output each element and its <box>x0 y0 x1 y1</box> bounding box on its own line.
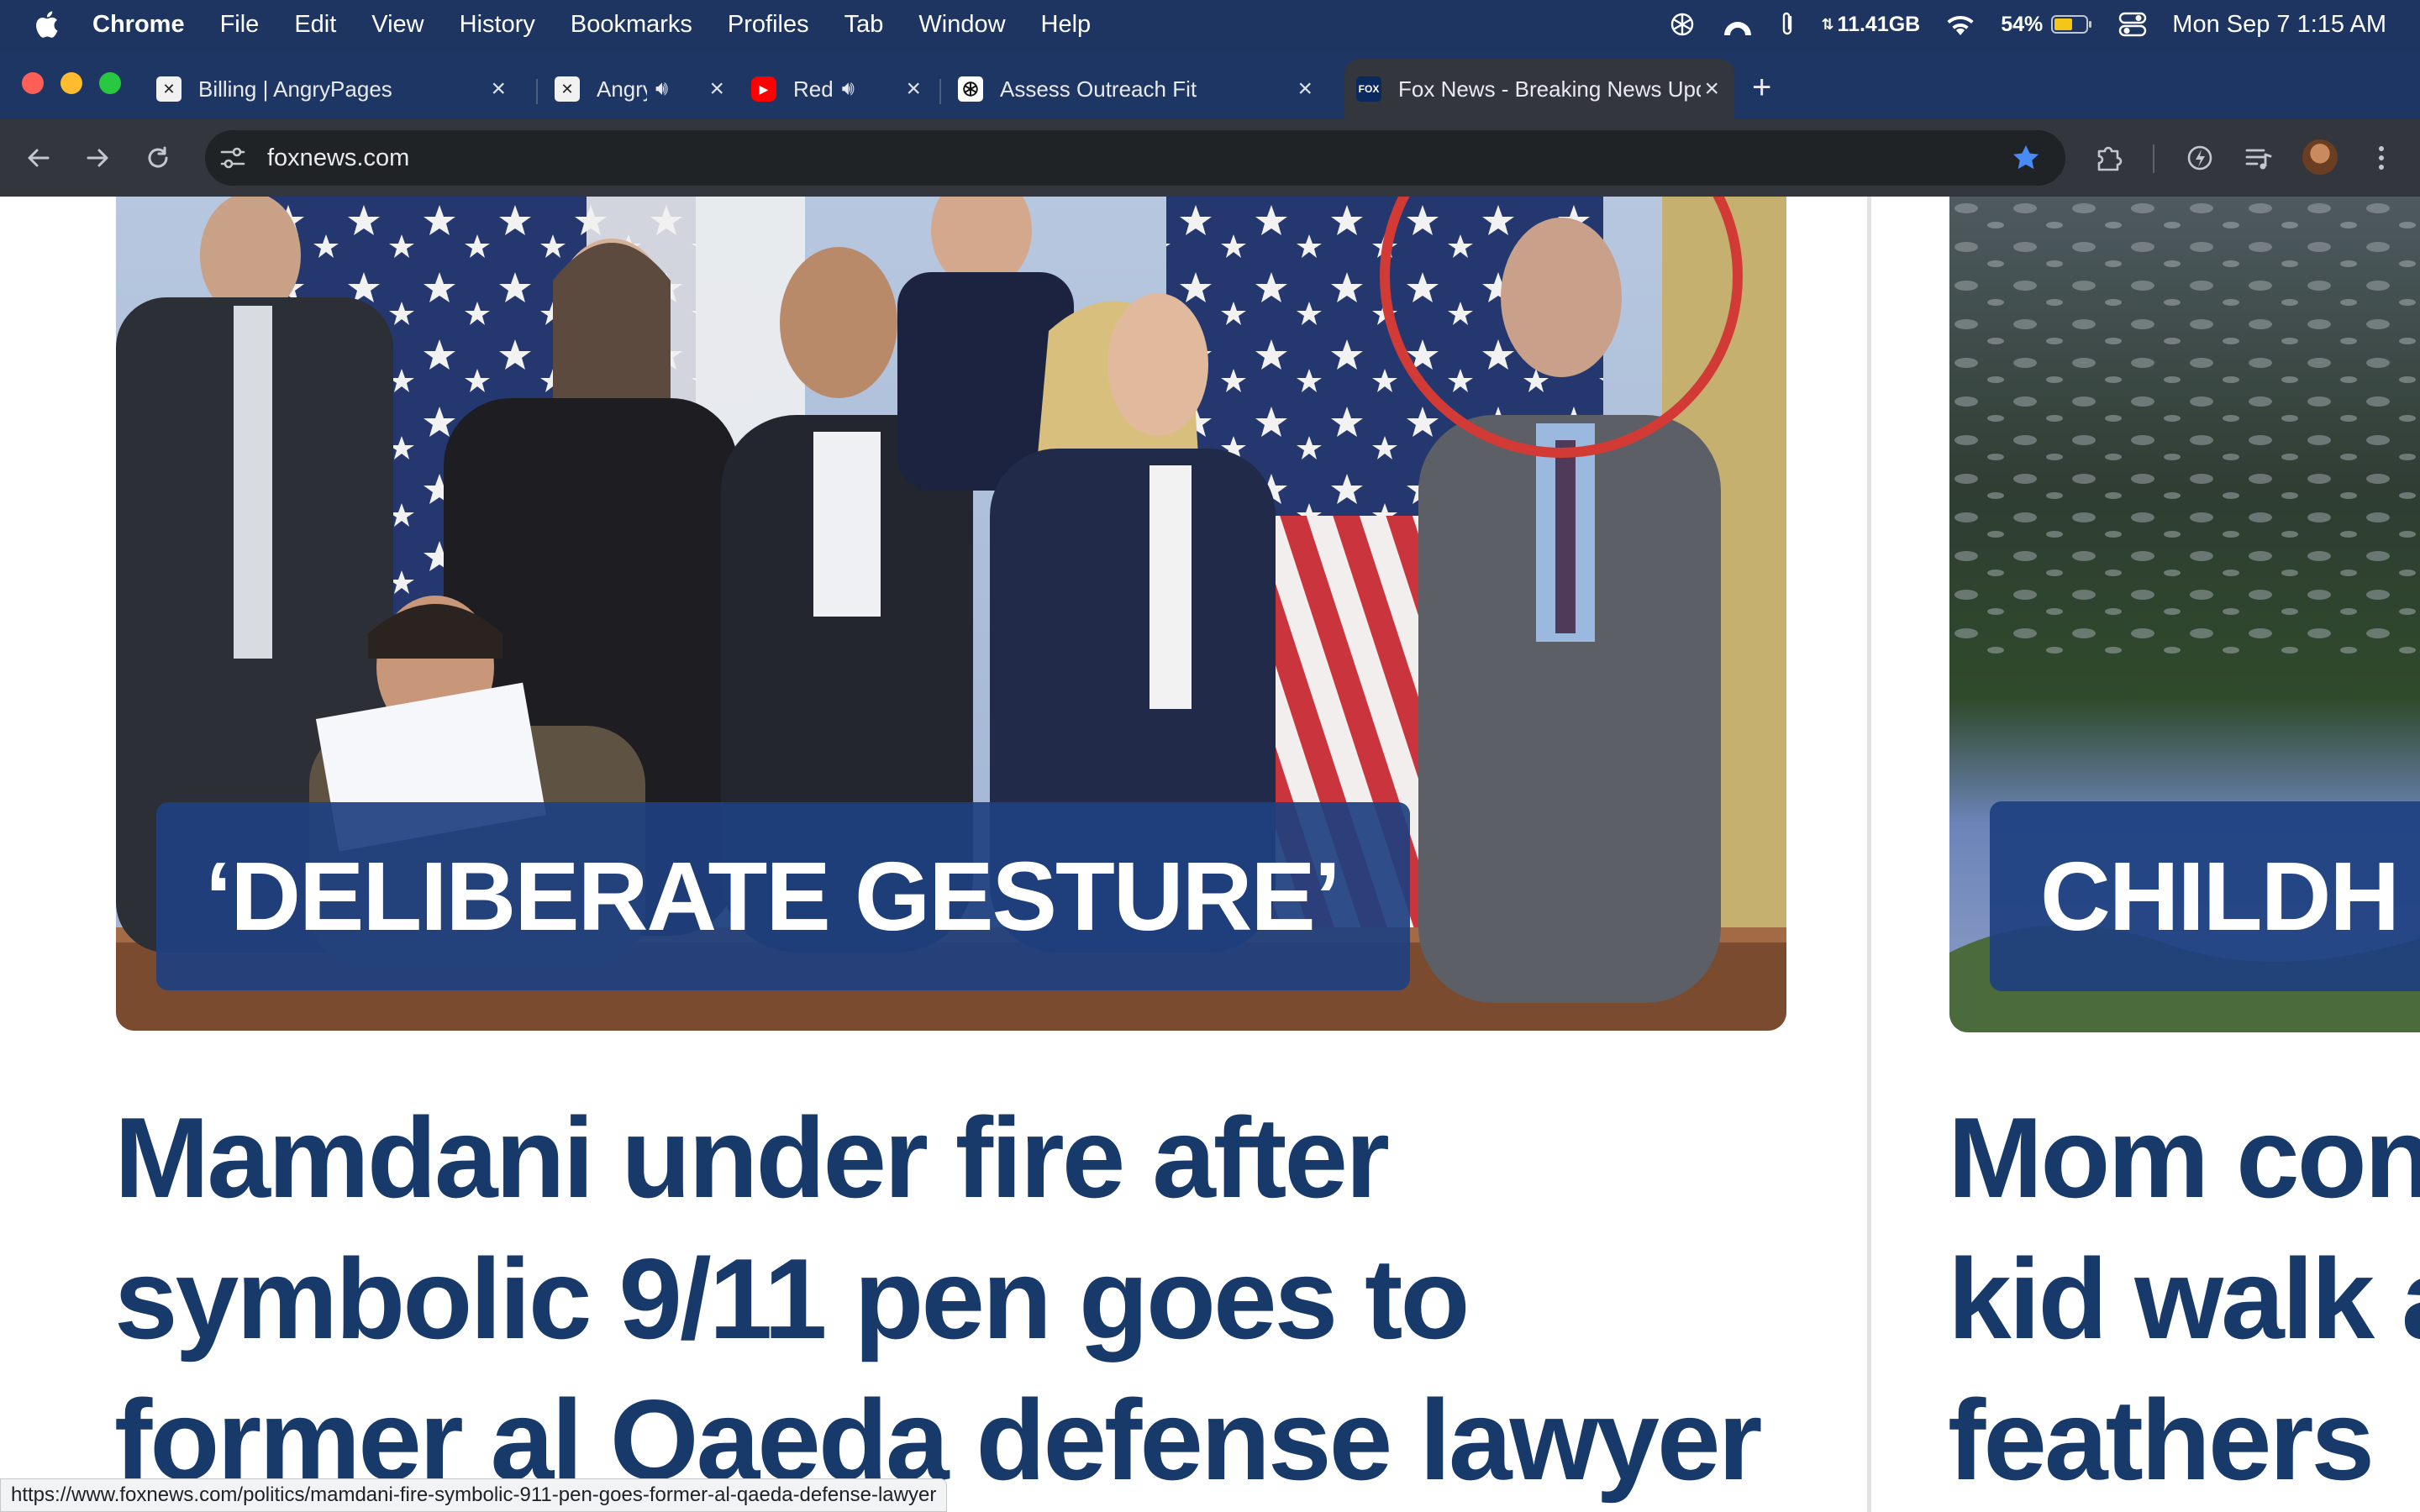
close-tab-icon[interactable]: × <box>1297 75 1313 103</box>
performance-speed-icon[interactable] <box>2180 138 2220 178</box>
tab-separator <box>536 79 538 104</box>
headline-line: feathers <box>1948 1376 2375 1504</box>
menu-window[interactable]: Window <box>901 0 1023 49</box>
tab-fox-news[interactable]: FOX Fox News - Breaking News Updates × <box>1344 59 1734 119</box>
menu-history[interactable]: History <box>442 0 553 49</box>
paperclip-icon[interactable] <box>1779 10 1796 39</box>
close-tab-icon[interactable]: × <box>906 75 921 103</box>
menu-help[interactable]: Help <box>1023 0 1109 49</box>
reload-icon <box>148 146 168 168</box>
clock[interactable]: Mon Sep 7 1:15 AM <box>2172 11 2386 39</box>
menu-tab[interactable]: Tab <box>827 0 902 49</box>
memory-arrows-icon: ⇅ <box>1821 15 1834 33</box>
wifi-icon[interactable] <box>1945 13 1975 36</box>
browser-toolbar: foxnews.com <box>0 119 2420 197</box>
menu-profiles[interactable]: Profiles <box>710 0 827 49</box>
story-lead-image[interactable]: ‘DELIBERATE GESTURE’ <box>116 197 1786 1031</box>
memory-readout[interactable]: ⇅ 11.41GB <box>1821 13 1920 37</box>
angrypages-icon: ✕ <box>555 76 580 102</box>
bookmark-star-icon[interactable] <box>2010 142 2042 174</box>
story-secondary-kicker: CHILDH <box>1990 801 2420 991</box>
close-tab-icon[interactable]: × <box>709 75 724 103</box>
headline-line: symbolic 9/11 pen goes to <box>114 1235 1470 1362</box>
back-button[interactable] <box>18 138 59 178</box>
tab-title: Red <box>793 76 834 102</box>
address-bar[interactable]: foxnews.com <box>205 130 2065 186</box>
tab-title: Angry <box>597 76 647 102</box>
profile-avatar[interactable] <box>2302 139 2338 175</box>
menu-app-name[interactable]: Chrome <box>92 0 203 49</box>
tab-red-youtube[interactable]: ▶ Red 🔊︎ × <box>751 59 936 119</box>
headline-line: Mom con <box>1948 1094 2420 1221</box>
tab-separator <box>939 79 941 104</box>
new-tab-button[interactable]: + <box>1752 69 1771 107</box>
story-lead-kicker: ‘DELIBERATE GESTURE’ <box>156 802 1410 990</box>
foxnews-icon: FOX <box>1356 76 1381 102</box>
menu-bookmarks[interactable]: Bookmarks <box>553 0 710 49</box>
youtube-icon: ▶ <box>751 76 776 102</box>
headline-line: kid walk a <box>1948 1235 2420 1362</box>
media-queue-icon[interactable] <box>2238 138 2279 178</box>
angrypages-icon: ✕ <box>156 76 182 102</box>
zoom-window-button[interactable] <box>99 72 121 94</box>
battery-icon[interactable] <box>2051 14 2093 34</box>
forward-button[interactable] <box>77 138 118 178</box>
url-text[interactable]: foxnews.com <box>267 144 409 172</box>
tab-billing-angrypages[interactable]: ✕ Billing | AngryPages × <box>151 59 521 119</box>
reload-button[interactable] <box>138 138 178 178</box>
extensions-puzzle-icon[interactable] <box>2089 138 2129 178</box>
openai-icon <box>958 76 983 102</box>
menu-edit[interactable]: Edit <box>276 0 354 49</box>
close-window-button[interactable] <box>22 72 44 94</box>
story-secondary-image[interactable]: CHILDH <box>1949 197 2420 1032</box>
kebab-menu-icon[interactable] <box>2361 138 2402 178</box>
site-info-icon[interactable] <box>205 130 260 186</box>
menu-bar: Chrome File Edit View History Bookmarks … <box>0 0 2420 49</box>
memory-value: 11.41GB <box>1837 12 1921 36</box>
status-area: ⇅ 11.41GB 54% Mon Sep 7 1:15 AM <box>1668 0 2420 49</box>
cloud-arc-icon[interactable] <box>1722 12 1754 37</box>
close-tab-icon[interactable]: × <box>1704 75 1719 103</box>
apple-menu-icon[interactable] <box>0 0 92 49</box>
tab-title: Billing | AngryPages <box>198 76 392 102</box>
menu-view[interactable]: View <box>354 0 441 49</box>
story-secondary-headline[interactable]: Mom con kid walk a feathers <box>1948 1087 2420 1510</box>
speaker-icon[interactable]: 🔊︎ <box>655 77 668 101</box>
window-controls <box>22 72 138 94</box>
openai-icon[interactable] <box>1668 10 1697 39</box>
menu-file[interactable]: File <box>203 0 277 49</box>
arrow-right-icon <box>87 149 108 167</box>
tab-title: Fox News - Breaking News Updates <box>1398 76 1701 102</box>
minimize-window-button[interactable] <box>60 72 82 94</box>
toolbar-divider <box>2153 144 2154 173</box>
tab-assess-outreach-fit[interactable]: Assess Outreach Fit × <box>958 59 1328 119</box>
headline-line: Mamdani under fire after <box>114 1094 1390 1221</box>
control-center-icon[interactable] <box>2118 12 2147 37</box>
close-tab-icon[interactable]: × <box>491 75 506 103</box>
battery-percent[interactable]: 54% <box>2001 13 2043 37</box>
tab-strip: ✕ Billing | AngryPages × ✕ Angry 🔊︎ × ▶ … <box>0 49 2420 119</box>
link-hover-status: https://www.foxnews.com/politics/mamdani… <box>0 1478 948 1512</box>
tab-title: Assess Outreach Fit <box>1000 76 1197 102</box>
web-page: ‘DELIBERATE GESTURE’ Mamdani under fire … <box>0 197 2420 1512</box>
arrow-left-icon <box>28 149 50 167</box>
speaker-icon[interactable]: 🔊︎ <box>842 77 855 101</box>
column-divider <box>1867 197 1871 1512</box>
story-lead-headline[interactable]: Mamdani under fire after symbolic 9/11 p… <box>114 1087 1862 1510</box>
tab-angry[interactable]: ✕ Angry 🔊︎ × <box>555 59 739 119</box>
